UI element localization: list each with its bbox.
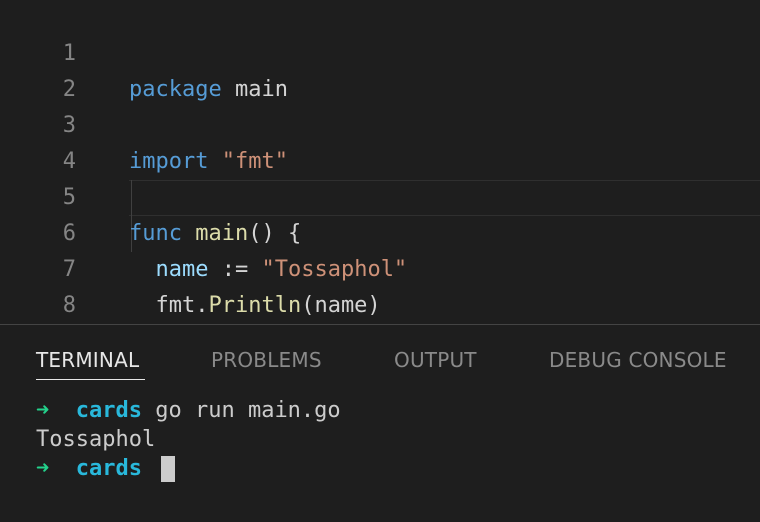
- code-line-6[interactable]: 6 name := "Tossaphol": [0, 180, 760, 282]
- code-line-2[interactable]: 2: [0, 36, 760, 102]
- tab-debug-console[interactable]: DEBUG CONSOLE: [549, 347, 727, 373]
- prompt-directory: cards: [75, 398, 142, 423]
- code-line-1[interactable]: 1 package main: [0, 0, 760, 102]
- active-tab-indicator: [36, 379, 145, 380]
- terminal-command: go run main.go: [155, 398, 341, 423]
- terminal-line-command: ➜ cards go run main.go: [36, 397, 341, 425]
- code-line-8[interactable]: 8 }: [0, 252, 760, 354]
- code-line-5[interactable]: 5 func main() {: [0, 144, 760, 246]
- terminal-cursor: [161, 456, 175, 482]
- terminal-line-prompt: ➜ cards: [36, 455, 142, 483]
- prompt-arrow-icon: ➜: [36, 456, 50, 481]
- tab-terminal[interactable]: TERMINAL: [36, 347, 139, 373]
- prompt-arrow-icon: ➜: [36, 398, 50, 423]
- code-line-7[interactable]: 7 fmt.Println(name): [0, 216, 760, 318]
- tab-problems[interactable]: PROBLEMS: [211, 347, 322, 373]
- code-line-3[interactable]: 3 import "fmt": [0, 72, 760, 174]
- terminal-line-output: Tossaphol: [36, 427, 156, 452]
- code-editor[interactable]: 1 package main 2 3 import "fmt" 4 5 func…: [0, 0, 760, 354]
- code-line-4[interactable]: 4: [0, 108, 760, 174]
- bottom-panel: TERMINAL PROBLEMS OUTPUT DEBUG CONSOLE ➜…: [0, 325, 760, 522]
- code-line-9[interactable]: 9: [0, 288, 760, 354]
- tab-output[interactable]: OUTPUT: [394, 347, 477, 373]
- prompt-directory: cards: [75, 456, 142, 481]
